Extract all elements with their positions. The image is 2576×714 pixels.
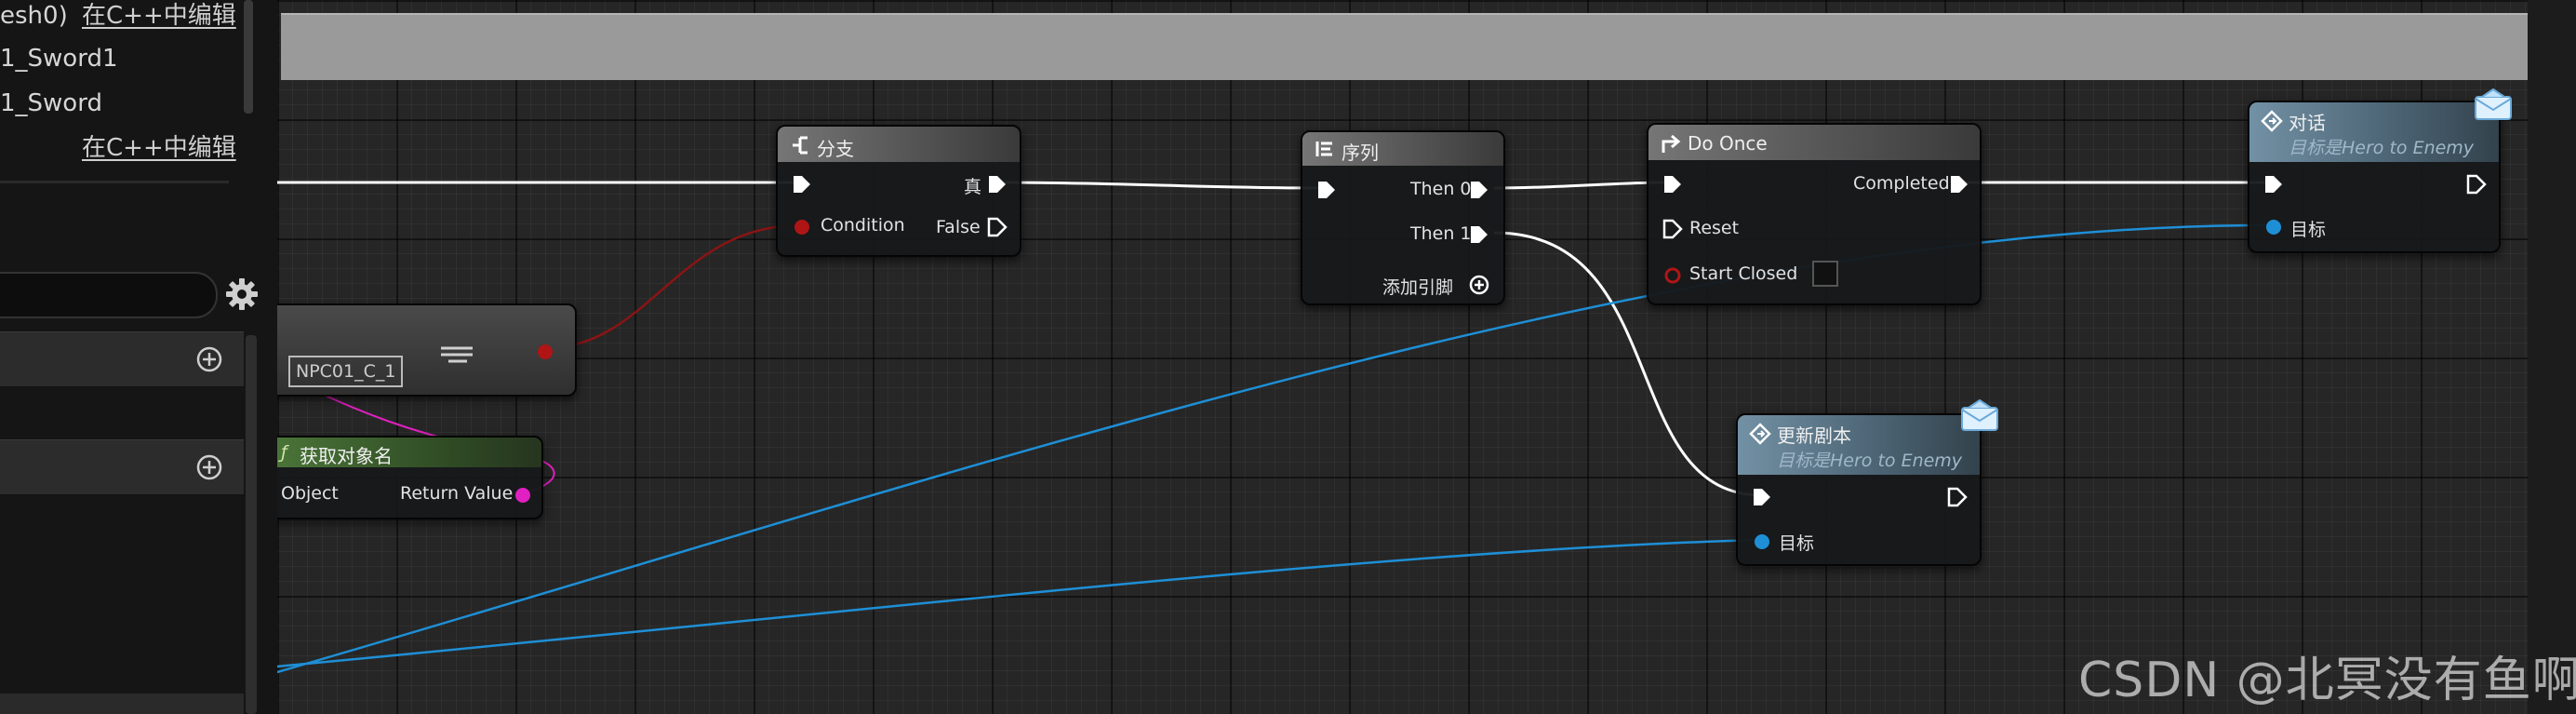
message-envelope-icon bbox=[2475, 88, 2512, 120]
blueprint-graph[interactable]: NPC01_C_1 ƒ 获取对象名 Object Return Value 分支… bbox=[277, 0, 2576, 714]
exec-out-pin-icon[interactable] bbox=[986, 173, 1008, 195]
false-pin-label: False bbox=[936, 217, 981, 237]
exec-in-pin-icon[interactable] bbox=[1315, 179, 1338, 201]
bool-pin-icon[interactable] bbox=[791, 216, 813, 238]
details-scrollbar[interactable] bbox=[244, 0, 253, 114]
detail-row-edit: 在C++中编辑 bbox=[0, 127, 244, 169]
dialog-node[interactable]: 对话 目标是Hero to Enemy 目标 bbox=[2248, 101, 2501, 253]
object-wire-update-target bbox=[277, 538, 1762, 668]
event-diamond-icon bbox=[2261, 110, 2283, 132]
edit-in-cpp-link-2[interactable]: 在C++中编辑 bbox=[82, 127, 236, 169]
exec-out-pin-icon[interactable] bbox=[2465, 173, 2488, 195]
variable-node[interactable]: NPC01_C_1 bbox=[277, 303, 577, 397]
string-pin-icon[interactable] bbox=[512, 484, 534, 506]
update-script-node[interactable]: 更新剧本 目标是Hero to Enemy 目标 bbox=[1736, 413, 1982, 566]
add-pin-label[interactable]: 添加引脚 bbox=[1382, 274, 1453, 299]
get-object-name-node[interactable]: ƒ 获取对象名 Object Return Value bbox=[277, 436, 543, 519]
do-once-icon bbox=[1662, 134, 1681, 153]
sequence-icon bbox=[1315, 141, 1332, 156]
watermark: CSDN @北冥没有鱼啊 bbox=[2078, 653, 2576, 708]
exec-in-pin-icon[interactable] bbox=[791, 173, 813, 195]
node-title: 更新剧本 bbox=[1777, 424, 1851, 447]
reset-pin-label: Reset bbox=[1689, 218, 1740, 238]
add-circle-icon[interactable] bbox=[195, 345, 223, 373]
node-subtitle: 目标是Hero to Enemy bbox=[2289, 138, 2475, 158]
gear-icon bbox=[226, 278, 258, 310]
exec-out-pin-icon[interactable] bbox=[986, 216, 1008, 238]
branch-header bbox=[778, 127, 1020, 162]
edit-in-cpp-link[interactable]: 在C++中编辑 bbox=[82, 0, 236, 37]
category-row-1[interactable] bbox=[0, 331, 244, 387]
completed-pin-label: Completed bbox=[1853, 173, 1950, 194]
exec-out-pin-icon[interactable] bbox=[1468, 223, 1490, 246]
node-subtitle: 目标是Hero to Enemy bbox=[1777, 451, 1963, 471]
wire-layer bbox=[277, 181, 2277, 674]
settings-button[interactable] bbox=[223, 276, 260, 313]
then1-pin-label: Then 1 bbox=[1410, 223, 1472, 244]
detail-row-mesh: esh0) 在C++中编辑 bbox=[0, 0, 244, 37]
detail-row-sword1: 1_Sword1 bbox=[0, 37, 244, 80]
exec-out-pin-icon[interactable] bbox=[1946, 486, 1969, 508]
add-circle-icon[interactable] bbox=[195, 453, 223, 481]
search-input[interactable] bbox=[0, 272, 218, 318]
event-diamond-icon bbox=[1749, 423, 1771, 445]
object-pin-label: Object bbox=[281, 483, 339, 504]
variable-value-box[interactable]: NPC01_C_1 bbox=[288, 356, 404, 387]
detail-sword-text: 1_Sword bbox=[0, 89, 102, 117]
panel-divider bbox=[0, 181, 229, 183]
details-panel: esh0) 在C++中编辑 1_Sword1 1_Sword 在C++中编辑 bbox=[0, 0, 277, 714]
sequence-node[interactable]: 序列 Then 0 Then 1 添加引脚 bbox=[1301, 130, 1505, 305]
do-once-node[interactable]: Do Once Completed Reset Start Closed bbox=[1647, 123, 1982, 305]
list-scrollbar[interactable] bbox=[246, 335, 257, 714]
then0-pin-label: Then 0 bbox=[1410, 179, 1472, 199]
detail-row-sword: 1_Sword bbox=[0, 82, 244, 125]
target-pin-label: 目标 bbox=[2290, 220, 2327, 240]
object-pin-icon[interactable] bbox=[2262, 216, 2285, 238]
function-icon: ƒ bbox=[281, 442, 287, 463]
true-pin-label: 真 bbox=[964, 177, 982, 197]
node-title: 序列 bbox=[1341, 141, 1379, 164]
node-title: 分支 bbox=[817, 138, 854, 160]
node-title: 对话 bbox=[2289, 112, 2326, 134]
exec-in-pin-icon[interactable] bbox=[1751, 486, 1773, 508]
branch-node[interactable]: 分支 真 Condition False bbox=[776, 125, 1021, 257]
panel-footer bbox=[0, 694, 244, 714]
category-row-2[interactable] bbox=[0, 439, 244, 495]
start-closed-checkbox[interactable] bbox=[1812, 261, 1838, 287]
target-pin-label: 目标 bbox=[1779, 533, 1815, 554]
exec-in-pin-icon[interactable] bbox=[1662, 173, 1684, 195]
message-envelope-icon bbox=[1961, 398, 1998, 431]
branch-icon bbox=[793, 136, 808, 155]
detail-mesh-text: esh0) bbox=[0, 2, 68, 30]
start-closed-pin-label: Start Closed bbox=[1689, 263, 1798, 284]
add-pin-icon[interactable] bbox=[1468, 274, 1490, 296]
object-pin-icon[interactable] bbox=[1751, 531, 1773, 553]
exec-out-pin-icon[interactable] bbox=[1468, 179, 1490, 201]
reset-pin-icon[interactable] bbox=[1662, 218, 1684, 240]
node-title: Do Once bbox=[1688, 132, 1768, 155]
detail-sword1-text: 1_Sword1 bbox=[0, 45, 118, 73]
exec-wire-branch-sequence bbox=[998, 181, 1323, 190]
bool-pin-icon[interactable] bbox=[1662, 264, 1684, 287]
exec-wire-sequence-doonce bbox=[1493, 181, 1666, 190]
exec-out-pin-icon[interactable] bbox=[1948, 173, 1970, 195]
return-pin-label: Return Value bbox=[400, 483, 514, 504]
condition-pin-label: Condition bbox=[821, 215, 905, 236]
exec-in-pin-icon[interactable] bbox=[2262, 173, 2285, 195]
node-title: 获取对象名 bbox=[300, 445, 393, 467]
output-pin-icon[interactable] bbox=[534, 341, 556, 363]
bool-wire-condition bbox=[544, 223, 801, 350]
variable-icon bbox=[441, 346, 473, 363]
